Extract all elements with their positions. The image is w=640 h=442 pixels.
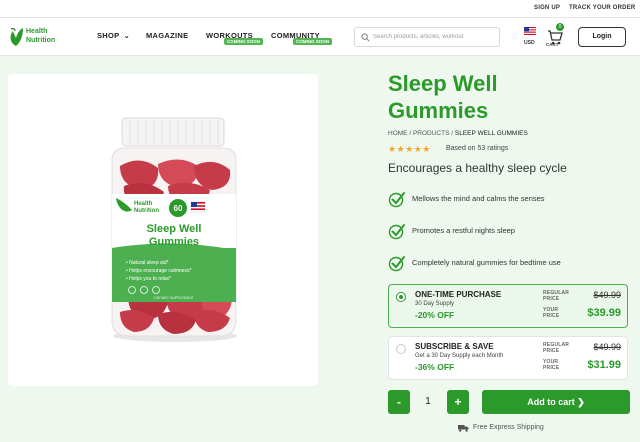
check-circle-icon: [388, 192, 405, 208]
your-price-label: YOUR PRICE: [543, 359, 560, 371]
nav-shop[interactable]: SHOP ⌄: [97, 31, 130, 40]
breadcrumb-products[interactable]: PRODUCTS: [413, 130, 449, 137]
product-bottle-image[interactable]: Health Nutrition 60 Sleep Well Gummies •…: [8, 74, 318, 386]
option-discount: -36% OFF: [415, 362, 455, 372]
feature-item: Mellows the mind and calms the senses: [388, 190, 628, 208]
option-description: Get a 30 Day Supply each Month: [415, 353, 504, 359]
check-circle-icon: [388, 224, 405, 240]
check-circle-icon: [388, 256, 405, 272]
nav-shop-label: SHOP: [97, 31, 120, 40]
regular-price: $49.99: [593, 290, 621, 300]
product-image-panel: Health Nutrition 60 Sleep Well Gummies •…: [8, 74, 318, 386]
logo-line-1: Health: [26, 28, 48, 35]
coming-soon-badge-community: COMING SOON: [293, 38, 333, 45]
currency-label[interactable]: USD: [524, 40, 535, 46]
coming-soon-badge-workouts: COMING SOON: [224, 38, 264, 45]
rating-text: Based on 53 ratings: [446, 145, 509, 152]
logo-line-2: Nutrition: [26, 37, 56, 44]
quantity-value[interactable]: 1: [414, 390, 442, 414]
bottle-brand-line-2: Nutrition: [134, 208, 159, 214]
option-title: ONE-TIME PURCHASE: [415, 290, 502, 299]
signup-link[interactable]: SIGN UP: [534, 5, 560, 11]
option-title: SUBSCRIBE & SAVE: [415, 342, 494, 351]
regular-price: $49.99: [593, 342, 621, 352]
login-button[interactable]: Login: [578, 27, 626, 47]
bottle-bullet-1: • Natural sleep aid*: [126, 260, 169, 266]
feature-item: Completely natural gummies for bedtime u…: [388, 254, 628, 272]
chevron-down-icon: ⌄: [123, 33, 130, 40]
leaf-logo-icon: [10, 28, 23, 46]
bottle-name-line-1: Sleep Well: [147, 223, 202, 235]
option-discount: -20% OFF: [415, 310, 455, 320]
search-box[interactable]: [354, 27, 500, 47]
brand-logo[interactable]: Health Nutrition: [8, 25, 70, 49]
cart-label: CART: [546, 42, 559, 47]
bottle-name-line-2: Gummies: [149, 236, 199, 248]
option-description: 30 Day Supply: [415, 301, 455, 307]
bottle-brand-line-1: Health: [134, 201, 153, 207]
bottle-bullet-3: • Helps you to relax*: [126, 276, 171, 282]
rating-stars: ★★★★★: [388, 144, 431, 154]
search-input[interactable]: [373, 31, 495, 43]
track-order-link[interactable]: TRACK YOUR ORDER: [569, 5, 635, 11]
subscribe-save-option[interactable]: SUBSCRIBE & SAVE Get a 30 Day Supply eac…: [388, 336, 628, 380]
product-title-line-2: Gummies: [388, 98, 489, 123]
quantity-increase-button[interactable]: +: [447, 390, 469, 414]
your-price: $31.99: [587, 359, 621, 371]
regular-price-label: REGULAR PRICE: [543, 342, 570, 354]
feature-text: Mellows the mind and calms the senses: [412, 194, 545, 203]
cart-count-badge: 0: [556, 23, 564, 31]
breadcrumb: HOME / PRODUCTS / SLEEP WELL GUMMIES: [388, 130, 528, 137]
your-price: $39.99: [587, 307, 621, 319]
logo-text: Health Nutrition: [26, 27, 55, 45]
shipping-text: Free Express Shipping: [473, 424, 544, 431]
search-icon: [361, 33, 370, 42]
breadcrumb-home[interactable]: HOME: [388, 130, 408, 137]
bottle-count: 60: [174, 204, 183, 213]
product-title-line-1: Sleep Well: [388, 71, 498, 96]
add-to-cart-button[interactable]: Add to cart ❯: [482, 390, 630, 414]
nav-magazine[interactable]: MAGAZINE: [146, 31, 188, 40]
your-price-label: YOUR PRICE: [543, 307, 560, 319]
utility-bar: SIGN UP TRACK YOUR ORDER: [0, 0, 640, 18]
product-title: Sleep Well Gummies: [388, 70, 618, 124]
site-header: Health Nutrition SHOP ⌄ MAGAZINE WORKOUT…: [0, 18, 640, 56]
us-flag-icon[interactable]: [524, 27, 536, 35]
bottle-bullet-2: • Helps encourage calmness*: [126, 268, 191, 274]
one-time-radio[interactable]: [396, 292, 406, 302]
feature-text: Promotes a restful nights sleep: [412, 226, 515, 235]
feature-item: Promotes a restful nights sleep: [388, 222, 628, 240]
radio-selected-dot: [399, 295, 403, 299]
quantity-decrease-button[interactable]: -: [388, 390, 410, 414]
regular-price-label: REGULAR PRICE: [543, 290, 570, 302]
bottle-footer: DIETARY SUPPLEMENT: [154, 296, 194, 300]
truck-icon: [458, 425, 469, 432]
subscribe-radio[interactable]: [396, 344, 406, 354]
one-time-purchase-option[interactable]: ONE-TIME PURCHASE 30 Day Supply -20% OFF…: [388, 284, 628, 328]
breadcrumb-current: SLEEP WELL GUMMIES: [454, 130, 528, 137]
feature-text: Completely natural gummies for bedtime u…: [412, 258, 561, 267]
product-subtitle: Encourages a healthy sleep cycle: [388, 161, 567, 175]
